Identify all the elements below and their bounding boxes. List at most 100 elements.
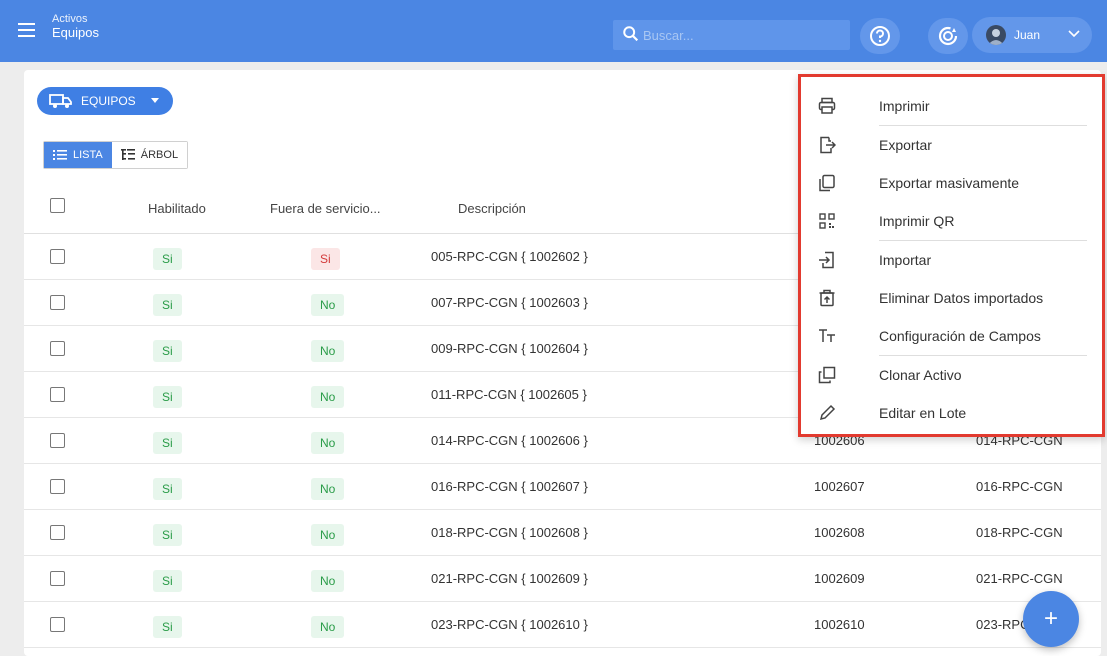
menu-item-label: Imprimir [879, 98, 930, 114]
menu-item-label: Exportar masivamente [879, 175, 1020, 191]
export-icon [820, 136, 836, 154]
menu-item-label: Exportar [879, 137, 932, 153]
user-name: Juan [1014, 28, 1041, 42]
column-header-habilitado[interactable]: Habilitado [148, 201, 206, 216]
row-checkbox[interactable] [50, 387, 65, 402]
view-list-label: LISTA [73, 149, 103, 161]
row-name: 016-RPC-CGN [976, 479, 1063, 494]
table-row[interactable]: Si No 016-RPC-CGN { 1002607 } 1002607 01… [24, 464, 1101, 510]
bulk-export-icon [819, 174, 835, 192]
status-badge: No [311, 524, 345, 546]
breadcrumb-parent[interactable]: Activos [52, 12, 99, 26]
row-description: 023-RPC-CGN { 1002610 } [431, 617, 588, 632]
row-description: 021-RPC-CGN { 1002609 } [431, 571, 588, 586]
menu-item-editar-en-lote[interactable]: Editar en Lote [801, 394, 1102, 432]
tree-icon [120, 149, 135, 160]
status-badge: No [311, 386, 345, 408]
column-header-descripcion[interactable]: Descripción [458, 201, 526, 216]
view-toggle: LISTA ÁRBOL [43, 141, 189, 169]
view-list-button[interactable]: LISTA [44, 142, 112, 168]
menu-item-label: Clonar Activo [879, 367, 962, 383]
row-name: 021-RPC-CGN [976, 571, 1063, 586]
status-badge: Si [153, 524, 182, 546]
menu-item-importar[interactable]: Importar [801, 241, 1102, 279]
column-header-fuera-de-servicio[interactable]: Fuera de servicio... [270, 201, 381, 216]
row-checkbox[interactable] [50, 525, 65, 540]
pencil-icon [819, 404, 836, 421]
status-badge: Si [153, 616, 182, 638]
select-all-checkbox[interactable] [50, 198, 65, 213]
view-tree-button[interactable]: ÁRBOL [111, 142, 188, 168]
asset-type-dropdown[interactable]: EQUIPOS [37, 87, 173, 115]
menu-item-label: Imprimir QR [879, 213, 955, 229]
status-badge: Si [153, 478, 182, 500]
row-code: 1002608 [814, 525, 865, 540]
help-icon [870, 26, 890, 46]
status-badge: Si [153, 432, 182, 454]
breadcrumb: Activos Equipos [52, 12, 99, 40]
search-placeholder: Buscar... [643, 28, 694, 43]
search-icon [623, 26, 639, 42]
truck-icon [49, 94, 72, 108]
menu-item-imprimir[interactable]: Imprimir [801, 87, 1102, 125]
menu-item-configuracion-de-campos[interactable]: Configuración de Campos [801, 317, 1102, 355]
top-bar: Activos Equipos Buscar... Juan [0, 0, 1107, 62]
row-checkbox[interactable] [50, 479, 65, 494]
status-badge: Si [153, 294, 182, 316]
menu-item-label: Configuración de Campos [879, 328, 1041, 344]
row-name: 018-RPC-CGN [976, 525, 1063, 540]
chevron-down-icon [1068, 30, 1080, 38]
row-checkbox[interactable] [50, 617, 65, 632]
table-row[interactable]: Si No 023-RPC-CGN { 1002610 } 1002610 02… [24, 602, 1101, 648]
row-code: 1002609 [814, 571, 865, 586]
help-button[interactable] [860, 18, 900, 54]
avatar [986, 25, 1006, 45]
printer-icon [818, 97, 836, 114]
caret-down-icon [151, 98, 159, 103]
search-input[interactable]: Buscar... [613, 20, 850, 50]
row-code: 1002610 [814, 617, 865, 632]
table-row[interactable]: Si No 018-RPC-CGN { 1002608 } 1002608 01… [24, 510, 1101, 556]
row-description: 016-RPC-CGN { 1002607 } [431, 479, 588, 494]
menu-item-label: Editar en Lote [879, 405, 967, 421]
user-menu[interactable]: Juan [972, 17, 1092, 53]
row-checkbox[interactable] [50, 433, 65, 448]
row-checkbox[interactable] [50, 341, 65, 356]
row-checkbox[interactable] [50, 295, 65, 310]
status-badge: No [311, 570, 345, 592]
menu-item-clonar-activo[interactable]: Clonar Activo [801, 356, 1102, 394]
hamburger-menu-icon[interactable] [18, 23, 35, 37]
add-asset-button[interactable]: + [1023, 591, 1079, 647]
delete-import-icon [819, 289, 835, 307]
status-badge: Si [153, 386, 182, 408]
row-description: 011-RPC-CGN { 1002605 } [431, 387, 587, 402]
row-description: 009-RPC-CGN { 1002604 } [431, 341, 588, 356]
menu-item-exportar[interactable]: Exportar [801, 126, 1102, 164]
status-badge: No [311, 340, 345, 362]
clone-icon [818, 366, 836, 384]
row-checkbox[interactable] [50, 249, 65, 264]
view-tree-label: ÁRBOL [140, 149, 179, 161]
menu-item-exportar-masivamente[interactable]: Exportar masivamente [801, 164, 1102, 202]
sync-button[interactable] [928, 18, 968, 54]
status-badge: No [311, 432, 345, 454]
status-badge: Si [153, 340, 182, 362]
page-title: Equipos [52, 25, 99, 40]
row-description: 005-RPC-CGN { 1002602 } [431, 249, 588, 264]
status-badge: No [311, 294, 345, 316]
row-description: 014-RPC-CGN { 1002606 } [431, 433, 588, 448]
status-badge: Si [153, 248, 182, 270]
row-description: 018-RPC-CGN { 1002608 } [431, 525, 588, 540]
menu-item-label: Eliminar Datos importados [879, 290, 1044, 306]
menu-item-imprimir-qr[interactable]: Imprimir QR [801, 202, 1102, 240]
row-name: 023-RPC [976, 617, 1030, 632]
list-icon [53, 150, 67, 160]
qr-icon [819, 213, 835, 229]
status-badge: Si [153, 570, 182, 592]
row-description: 007-RPC-CGN { 1002603 } [431, 295, 588, 310]
status-badge: No [311, 616, 345, 638]
asset-type-label: EQUIPOS [81, 94, 136, 108]
row-checkbox[interactable] [50, 571, 65, 586]
table-row[interactable]: Si No 021-RPC-CGN { 1002609 } 1002609 02… [24, 556, 1101, 602]
menu-item-eliminar-datos-importados[interactable]: Eliminar Datos importados [801, 279, 1102, 317]
